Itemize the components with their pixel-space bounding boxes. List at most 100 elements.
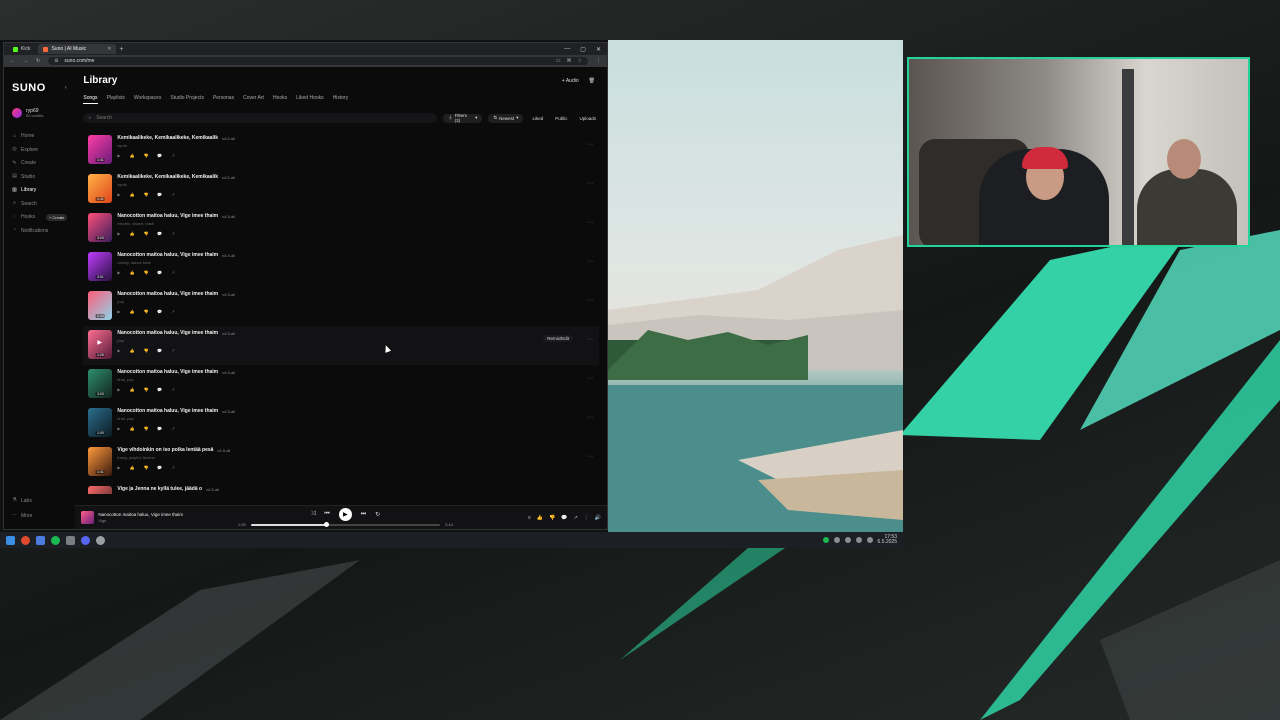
- close-window-icon[interactable]: ✕: [596, 46, 601, 53]
- more-options-icon[interactable]: ⋯: [587, 141, 593, 148]
- song-row[interactable]: Vige ja Jenna ne kyllä tulee, jäädä o v4.…: [83, 482, 599, 494]
- tab-history[interactable]: History: [333, 95, 349, 104]
- more-options-icon[interactable]: ⋯: [587, 453, 593, 460]
- comment-icon[interactable]: 💬: [157, 270, 162, 275]
- song-cover[interactable]: 2:44: [88, 291, 113, 320]
- like-icon[interactable]: 👍: [129, 192, 134, 197]
- close-tab-icon[interactable]: ✕: [107, 46, 111, 52]
- share-icon[interactable]: ↗: [574, 515, 578, 521]
- song-cover[interactable]: 1:26 ▶: [88, 330, 113, 359]
- dislike-icon[interactable]: 👎: [143, 231, 148, 236]
- tab-workspaces[interactable]: Workspaces: [134, 95, 161, 104]
- chrome-icon[interactable]: [21, 535, 30, 545]
- back-icon[interactable]: ←: [10, 58, 15, 64]
- dislike-icon[interactable]: 👎: [143, 192, 148, 197]
- user-profile[interactable]: ryp69 50 credits: [12, 108, 67, 119]
- play-count-icon[interactable]: ▶: [117, 348, 120, 353]
- sidebar-item-notifications[interactable]: ◔ Notifications: [12, 227, 67, 234]
- spotify-icon[interactable]: [51, 535, 60, 545]
- tab-liked-hooks[interactable]: Liked Hooks: [296, 95, 324, 104]
- comment-icon[interactable]: 💬: [157, 309, 162, 314]
- song-title[interactable]: Kemikaalikeke, Kemikaalikeke, Kemikaalik: [117, 174, 218, 180]
- progress-handle[interactable]: [323, 522, 329, 527]
- sidebar-item-search[interactable]: ⌕ Search: [12, 200, 67, 207]
- tab-studio-projects[interactable]: Studio Projects: [170, 95, 204, 104]
- song-title[interactable]: Nanocotton maitoa haluu, Vige imee thaim: [117, 330, 218, 336]
- more-options-icon[interactable]: ⋯: [587, 258, 593, 265]
- now-playing-title[interactable]: Nanocotton maitoa haluu, Vige imee thaim: [98, 512, 183, 518]
- play-count-icon[interactable]: ▶: [117, 153, 120, 158]
- share-icon[interactable]: ↗: [171, 426, 174, 431]
- tab-songs[interactable]: Songs: [83, 95, 98, 104]
- song-row[interactable]: 1:41 Kemikaalikeke, Kemikaalikeke, Kemika…: [83, 131, 599, 170]
- steam-icon[interactable]: [36, 535, 45, 545]
- shuffle-icon[interactable]: ⤨: [311, 511, 316, 518]
- suno-logo[interactable]: SUNO ‹: [12, 82, 67, 94]
- tab-hooks[interactable]: Hooks: [273, 95, 287, 104]
- song-row[interactable]: 3:01 Nanocotton maitoa haluu, Vige imee t…: [83, 248, 599, 287]
- sidebar-item-explore[interactable]: ◎ Explore: [12, 146, 67, 153]
- public-filter[interactable]: Public: [552, 116, 570, 121]
- play-count-icon[interactable]: ▶: [117, 309, 120, 314]
- song-title[interactable]: Nanocotton maitoa haluu, Vige imee thaim: [117, 213, 218, 219]
- search-input[interactable]: ⌕ Search: [83, 113, 438, 123]
- song-title[interactable]: Nanocotton maitoa haluu, Vige imee thaim: [117, 291, 218, 297]
- play-button[interactable]: ▶: [338, 508, 352, 521]
- remix-edit-button[interactable]: Remix/Edit: [543, 335, 573, 342]
- more-options-icon[interactable]: ⋯: [587, 375, 593, 382]
- liked-filter[interactable]: Liked: [529, 116, 546, 121]
- reload-icon[interactable]: ↻: [36, 58, 40, 64]
- more-options-icon[interactable]: ⋯: [587, 336, 593, 343]
- queue-icon[interactable]: ≡: [528, 515, 531, 521]
- more-options-icon[interactable]: ⋯: [587, 219, 593, 226]
- more-options-icon[interactable]: ⋯: [587, 297, 593, 304]
- play-count-icon[interactable]: ▶: [117, 192, 120, 197]
- tray-spotify-icon[interactable]: [822, 537, 829, 543]
- song-row[interactable]: 1:41 Kemikaalikeke, Kemikaalikeke, Kemika…: [83, 170, 599, 209]
- song-row[interactable]: 3:03 Nanocotton maitoa haluu, Vige imee t…: [83, 209, 599, 248]
- like-icon[interactable]: 👍: [129, 231, 134, 236]
- thumbs-up-icon[interactable]: 👍: [537, 515, 543, 521]
- browser-tab-kick[interactable]: Kick: [8, 44, 35, 54]
- song-title[interactable]: Nanocotton maitoa haluu, Vige imee thaim: [117, 408, 218, 414]
- thumbs-down-icon[interactable]: 👎: [549, 515, 555, 521]
- tab-playlists[interactable]: Playlists: [107, 95, 125, 104]
- play-count-icon[interactable]: ▶: [117, 387, 120, 392]
- dislike-icon[interactable]: 👎: [143, 270, 148, 275]
- wifi-icon[interactable]: [855, 537, 862, 543]
- tray-icon[interactable]: [844, 537, 851, 543]
- browser-menu-icon[interactable]: ⋮: [596, 58, 601, 64]
- share-icon[interactable]: ↗: [171, 387, 174, 392]
- url-field[interactable]: ⊙ suno.com/me ▭ ⌘ ☆: [48, 57, 588, 65]
- song-title[interactable]: Nanocotton maitoa haluu, Vige imee thaim: [117, 252, 218, 258]
- song-row[interactable]: 1:00 Nanocotton maitoa haluu, Vige imee t…: [83, 404, 599, 443]
- song-cover[interactable]: 1:00: [88, 408, 113, 437]
- sidebar-item-home[interactable]: ⌂ Home: [12, 133, 67, 140]
- play-count-icon[interactable]: ▶: [117, 465, 120, 470]
- dislike-icon[interactable]: 👎: [143, 348, 148, 353]
- maximize-icon[interactable]: ▢: [580, 46, 586, 53]
- repeat-icon[interactable]: ↻: [375, 511, 380, 518]
- sidebar-item-library[interactable]: ▥ Library: [12, 187, 67, 194]
- speaker-icon[interactable]: [866, 537, 873, 543]
- tab-personas[interactable]: Personas: [213, 95, 234, 104]
- bookmark-star-icon[interactable]: ☆: [578, 58, 582, 64]
- browser-tab-suno[interactable]: Suno | AI Music ✕: [38, 44, 117, 54]
- song-cover[interactable]: 1:41: [88, 135, 113, 164]
- volume-icon[interactable]: 🔊: [595, 515, 601, 521]
- share-icon[interactable]: ↗: [171, 270, 174, 275]
- share-icon[interactable]: ↗: [171, 309, 174, 314]
- sidebar-item-more[interactable]: ⋯ More: [12, 512, 32, 519]
- more-options-icon[interactable]: ⋮: [584, 515, 589, 521]
- more-options-icon[interactable]: ⋯: [587, 180, 593, 187]
- app-icon[interactable]: [66, 535, 75, 545]
- like-icon[interactable]: 👍: [129, 426, 134, 431]
- more-options-icon[interactable]: ⋯: [587, 414, 593, 421]
- play-count-icon[interactable]: ▶: [117, 426, 120, 431]
- site-info-icon[interactable]: ⊙: [54, 58, 58, 64]
- filters-button[interactable]: ⏚ Filters (3) ▾: [443, 113, 483, 123]
- song-row[interactable]: 1:41 Vige vihdoinkin on iso poika lentää …: [83, 443, 599, 482]
- share-icon[interactable]: ↗: [171, 192, 174, 197]
- share-icon[interactable]: ↗: [171, 348, 174, 353]
- song-row[interactable]: 3:03 Nanocotton maitoa haluu, Vige imee t…: [83, 365, 599, 404]
